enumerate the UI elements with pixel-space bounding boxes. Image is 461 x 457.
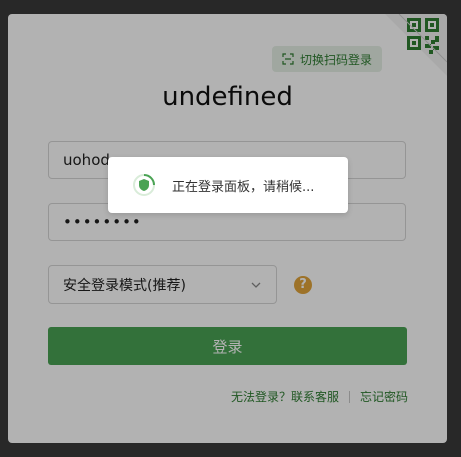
login-page: 切换扫码登录 undefined uohod •••••••• 安全登录模式(推… [0, 0, 461, 457]
shield-loading-icon [133, 174, 155, 196]
modal-overlay [0, 0, 461, 457]
toast-message: 正在登录面板，请稍候... [172, 179, 315, 195]
loading-toast: 正在登录面板，请稍候... [108, 157, 348, 213]
